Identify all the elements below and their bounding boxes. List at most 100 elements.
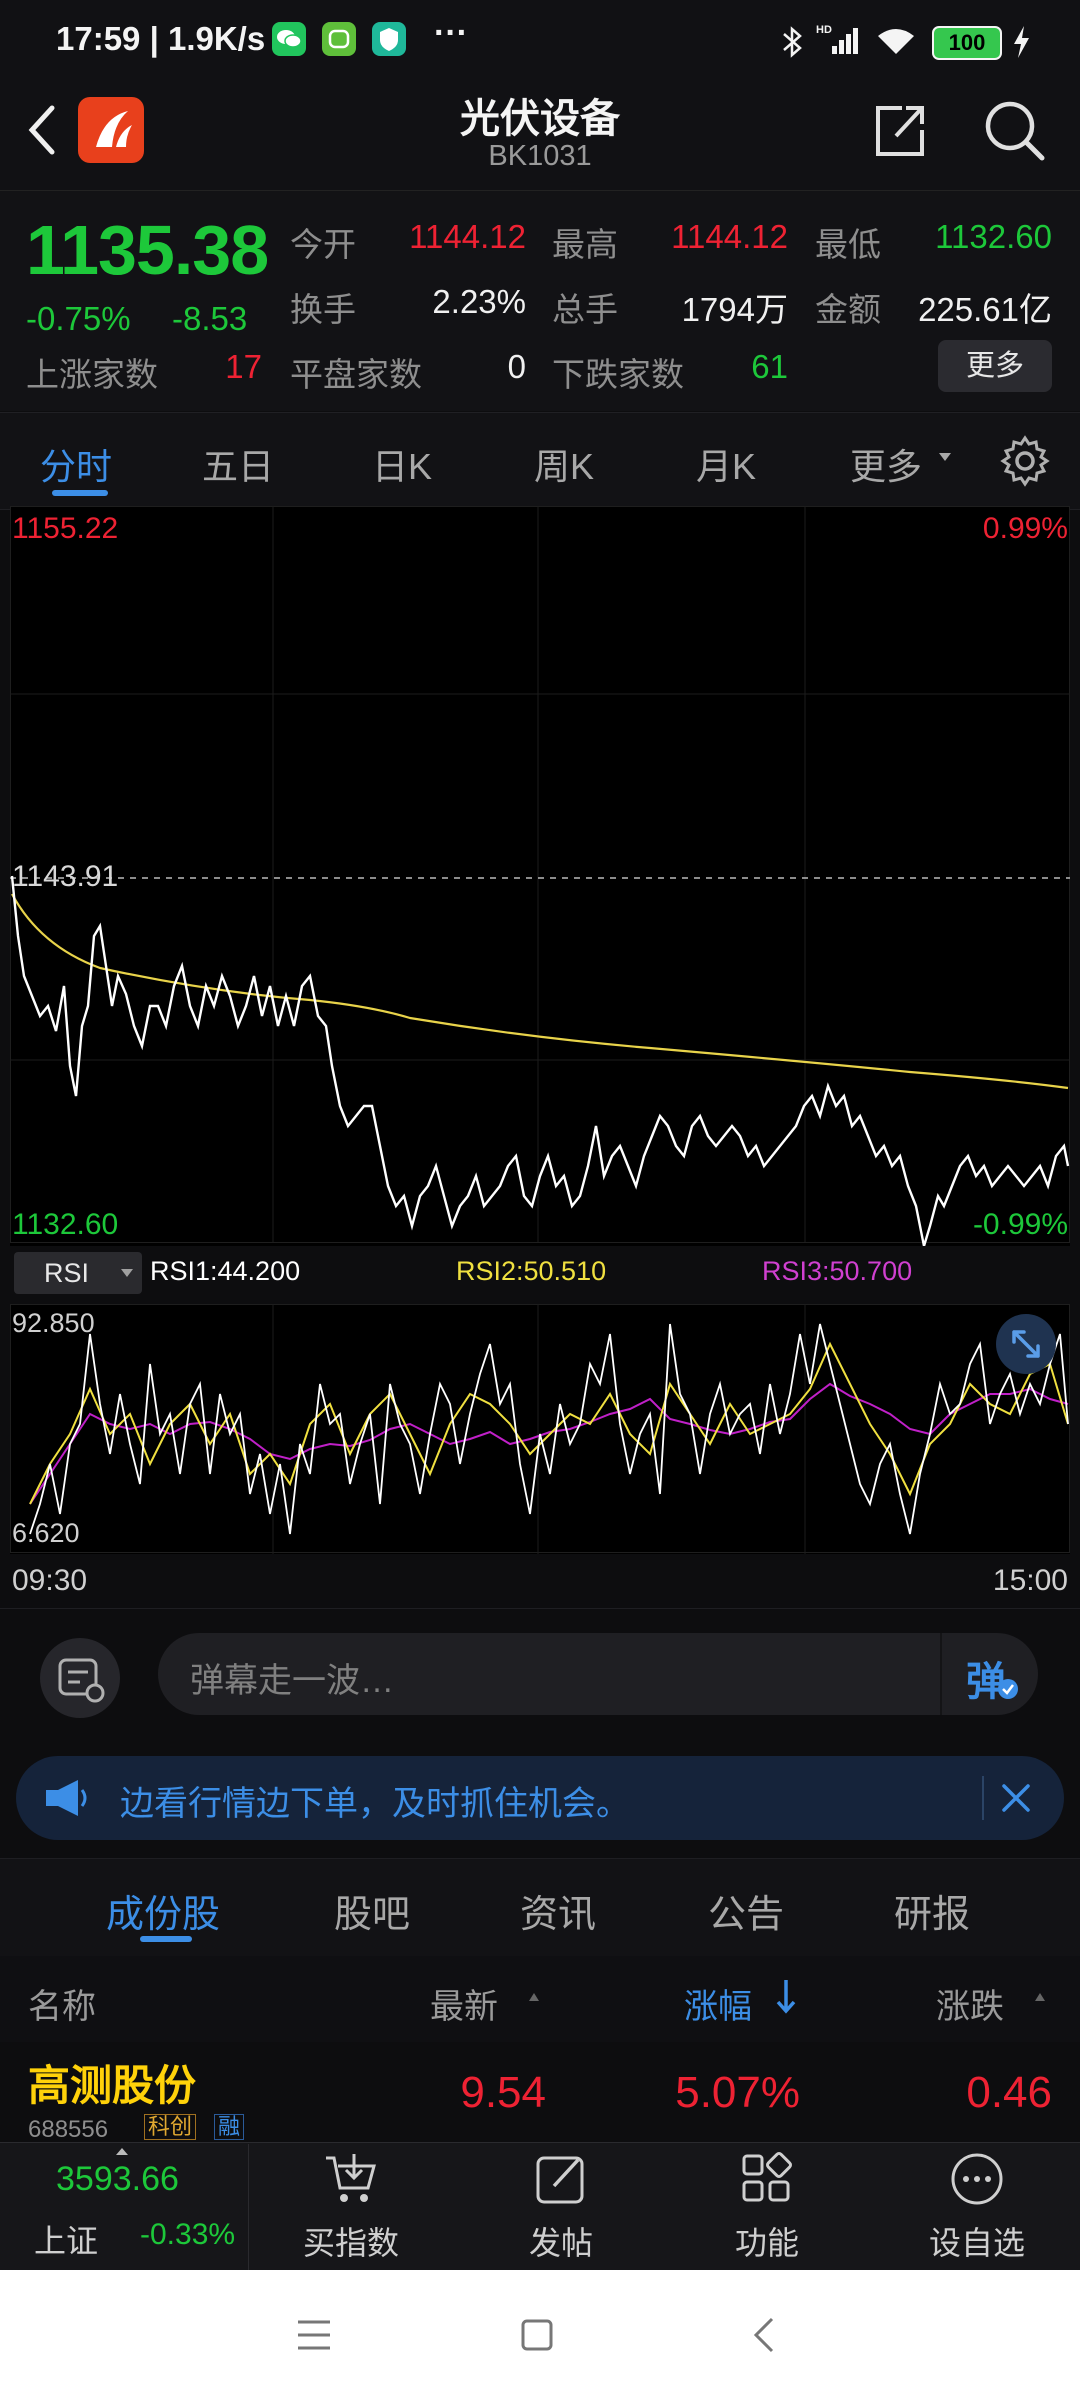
index-percent: -0.33% <box>140 2218 236 2251</box>
rising-label: 上涨家数 <box>26 356 158 393</box>
status-bar: 17:59 | 1.9K/s ··· HD 100 <box>0 0 1080 80</box>
amount-value: 225.61亿 <box>918 291 1052 328</box>
col-latest[interactable]: 最新 <box>430 1979 498 2028</box>
tab-monthly-k[interactable]: 月K <box>696 438 756 490</box>
rsi-svg <box>10 1304 1070 1554</box>
turnover-value: 2.23% <box>432 283 526 320</box>
svg-text:HD: HD <box>816 24 832 36</box>
active-tab-indicator <box>52 490 108 496</box>
table-row[interactable]: 高测股份 688556 科创 融 9.54 5.07% 0.46 <box>0 2042 1080 2143</box>
bluetooth-icon <box>780 24 804 65</box>
low-label: 最低 <box>815 226 881 263</box>
rsi2-line <box>29 1341 1069 1505</box>
sort-change-icon <box>1035 1993 1045 2001</box>
percent-low-label: -0.99% <box>972 1208 1068 1241</box>
index-ticker[interactable]: 3593.66 上证 -0.33% <box>0 2144 249 2270</box>
rsi2-value: RSI2:50.510 <box>456 1256 607 1286</box>
open-label: 今开 <box>290 226 356 263</box>
volume-label: 总手 <box>552 291 618 328</box>
back-nav-icon[interactable] <box>752 2316 776 2354</box>
time-start-label: 09:30 <box>12 1564 88 1597</box>
tab-news[interactable]: 资讯 <box>520 1883 596 1938</box>
col-change[interactable]: 涨跌 <box>936 1979 1004 2028</box>
stock-code: 688556 <box>28 2116 109 2143</box>
low-value: 1132.60 <box>935 218 1052 255</box>
app-notification-icon <box>322 22 356 56</box>
tab-announcements[interactable]: 公告 <box>708 1883 784 1938</box>
index-name: 上证 <box>34 2223 99 2259</box>
more-quote-button[interactable]: 更多 <box>938 340 1052 392</box>
home-icon[interactable] <box>520 2318 554 2352</box>
cart-icon <box>326 2154 376 2202</box>
time-end-label: 15:00 <box>992 1564 1068 1597</box>
tab-research[interactable]: 研报 <box>894 1883 970 1938</box>
functions-label: 功能 <box>734 2225 799 2261</box>
rsi3-value: RSI3:50.700 <box>762 1256 913 1286</box>
tab-intraday[interactable]: 分时 <box>40 438 112 490</box>
wifi-icon <box>874 24 918 63</box>
section-tab-indicator <box>140 1936 192 1942</box>
stock-name: 高测股份 <box>28 2062 197 2109</box>
indicator-name: RSI <box>44 1258 90 1288</box>
tab-constituents[interactable]: 成份股 <box>106 1883 220 1938</box>
promo-banner[interactable]: 边看行情边下单，及时抓住机会。 <box>16 1756 1064 1840</box>
flat-label: 平盘家数 <box>290 356 422 393</box>
post-label: 发帖 <box>528 2225 593 2261</box>
rsi-chart[interactable] <box>10 1304 1070 1554</box>
tab-more[interactable]: 更多 <box>850 438 922 490</box>
search-icon[interactable] <box>982 98 1046 167</box>
stock-change-amount: 0.46 <box>966 2068 1052 2117</box>
change-amount: -8.53 <box>172 300 248 337</box>
stock-latest-price: 9.54 <box>460 2068 546 2117</box>
indicator-selector[interactable]: RSI <box>14 1252 142 1294</box>
chart-svg <box>10 506 1070 1247</box>
more-dots-icon <box>951 2153 1003 2205</box>
change-percent: -0.75% <box>26 300 131 337</box>
price-low-label: 1132.60 <box>12 1208 119 1241</box>
add-watchlist-label: 设自选 <box>928 2225 1025 2261</box>
col-percent[interactable]: 涨幅 <box>684 1979 752 2028</box>
tab-daily-k[interactable]: 日K <box>372 438 432 490</box>
col-name: 名称 <box>28 1988 96 2026</box>
battery-icon: 100 <box>932 26 1002 60</box>
stock-change-percent: 5.07% <box>675 2068 800 2117</box>
tab-forum[interactable]: 股吧 <box>334 1883 410 1938</box>
send-danmu-button[interactable]: 弹 <box>940 1633 1040 1715</box>
index-expand-icon <box>116 2148 128 2155</box>
edit-post-icon <box>536 2156 584 2204</box>
current-price: 1135.38 <box>26 211 269 289</box>
high-label: 最高 <box>552 226 618 263</box>
settings-gear-icon[interactable] <box>998 434 1052 493</box>
security-app-icon <box>372 22 406 56</box>
rsi-min-label: 6.620 <box>12 1518 80 1548</box>
status-time: 17:59 | 1.9K/s <box>56 20 266 57</box>
megaphone-icon <box>46 1780 87 1816</box>
cellular-signal-icon: HD <box>816 22 860 63</box>
danmu-list-button[interactable] <box>40 1638 120 1718</box>
turnover-label: 换手 <box>290 291 356 328</box>
buy-index-label: 买指数 <box>302 2225 399 2261</box>
danmu-placeholder: 弹幕走一波… <box>190 1662 394 1700</box>
system-nav-bar <box>0 2270 1080 2400</box>
expand-chart-button[interactable] <box>996 1314 1056 1374</box>
avg-price-line <box>11 893 1069 1090</box>
banner-text: 边看行情边下单，及时抓住机会。 <box>120 1785 630 1823</box>
share-icon[interactable] <box>870 100 930 165</box>
rising-count: 17 <box>225 348 262 385</box>
tab-five-day[interactable]: 五日 <box>202 438 274 490</box>
falling-label: 下跌家数 <box>552 356 684 393</box>
high-value: 1144.12 <box>671 218 788 255</box>
price-line <box>10 875 1070 1247</box>
banner-divider <box>982 1776 984 1820</box>
intraday-chart[interactable] <box>10 506 1070 1247</box>
expand-icon <box>1012 1330 1040 1358</box>
close-banner-icon[interactable] <box>996 1778 1036 1818</box>
open-value: 1144.12 <box>409 218 526 255</box>
margin-badge: 融 <box>214 2114 245 2140</box>
danmu-input[interactable]: 弹幕走一波… 弹 <box>158 1633 1038 1715</box>
tab-weekly-k[interactable]: 周K <box>534 438 594 490</box>
danmu-list-icon <box>58 1658 105 1703</box>
sort-latest-icon <box>529 1993 539 2001</box>
grid-icon <box>742 2152 792 2202</box>
menu-icon[interactable] <box>296 2318 332 2352</box>
